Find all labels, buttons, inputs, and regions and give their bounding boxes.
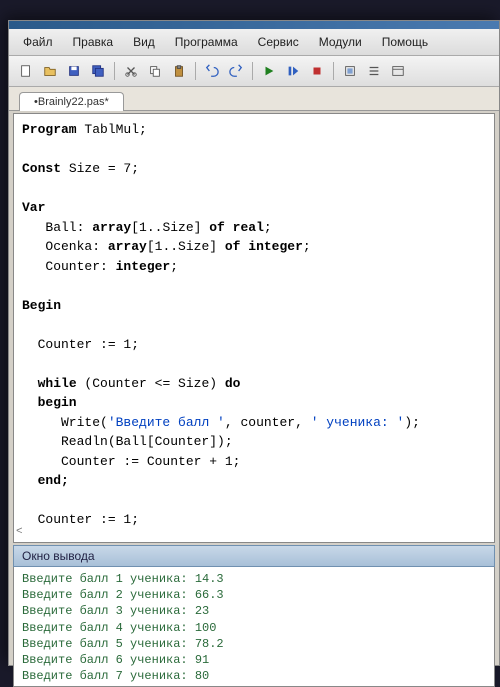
output-line: Введите балл 1 ученика: 14.3 <box>22 572 224 586</box>
menu-file[interactable]: Файл <box>15 33 61 51</box>
copy-icon[interactable] <box>144 60 166 82</box>
code-token: Counter: <box>22 259 116 274</box>
run-icon[interactable] <box>258 60 280 82</box>
code-token: 'Введите балл ' <box>108 415 225 430</box>
list-icon[interactable] <box>363 60 385 82</box>
toolbar-separator <box>195 62 196 80</box>
code-token: Ocenka: <box>22 239 108 254</box>
module-icon[interactable] <box>339 60 361 82</box>
code-token: ' ученика: ' <box>311 415 405 430</box>
paste-icon[interactable] <box>168 60 190 82</box>
code-line: Counter := 1; <box>22 512 139 527</box>
titlebar <box>9 21 499 29</box>
toolbar-separator <box>252 62 253 80</box>
code-token: TablMul; <box>77 122 147 137</box>
code-token: ; <box>264 220 272 235</box>
code-token: array <box>92 220 131 235</box>
code-token: integer <box>116 259 171 274</box>
scroll-left-icon[interactable]: < <box>16 524 23 541</box>
menu-edit[interactable]: Правка <box>65 33 122 51</box>
code-token: of <box>209 220 225 235</box>
code-token: Begin <box>22 298 61 313</box>
output-panel-title: Окно вывода <box>13 545 495 567</box>
menu-help[interactable]: Помощь <box>374 33 436 51</box>
code-editor[interactable]: Program TablMul; Const Size = 7; Var Bal… <box>13 113 495 543</box>
step-icon[interactable] <box>282 60 304 82</box>
code-token: Write( <box>22 415 108 430</box>
code-token: Program <box>22 122 77 137</box>
stop-icon[interactable] <box>306 60 328 82</box>
code-token: while <box>38 376 77 391</box>
menu-service[interactable]: Сервис <box>250 33 307 51</box>
code-line: Readln(Ball[Counter]); <box>22 434 233 449</box>
code-token: ); <box>404 415 420 430</box>
save-all-icon[interactable] <box>87 60 109 82</box>
ide-window: Файл Правка Вид Программа Сервис Модули … <box>8 20 500 666</box>
code-token: do <box>225 376 241 391</box>
output-line: Введите балл 5 ученика: 78.2 <box>22 637 224 651</box>
code-token: ; <box>170 259 178 274</box>
tabbar: •Brainly22.pas* <box>9 87 499 111</box>
save-icon[interactable] <box>63 60 85 82</box>
window-icon[interactable] <box>387 60 409 82</box>
code-token: Size = 7; <box>61 161 139 176</box>
menubar: Файл Правка Вид Программа Сервис Модули … <box>9 29 499 56</box>
undo-icon[interactable] <box>201 60 223 82</box>
redo-icon[interactable] <box>225 60 247 82</box>
code-token: Ball: <box>22 220 92 235</box>
new-file-icon[interactable] <box>15 60 37 82</box>
menu-program[interactable]: Программа <box>167 33 246 51</box>
code-token: real <box>233 220 264 235</box>
code-token <box>22 376 38 391</box>
output-line: Введите балл 7 ученика: 80 <box>22 669 209 683</box>
code-token: , counter, <box>225 415 311 430</box>
code-token: ; <box>303 239 311 254</box>
menu-view[interactable]: Вид <box>125 33 163 51</box>
output-line: Введите балл 3 ученика: 23 <box>22 604 209 618</box>
code-line: Counter := Counter + 1; <box>22 454 240 469</box>
code-token: [1..Size] <box>131 220 209 235</box>
code-token: of <box>225 239 241 254</box>
code-token: integer <box>248 239 303 254</box>
menu-modules[interactable]: Модули <box>311 33 370 51</box>
code-token: end; <box>22 473 69 488</box>
code-token: [1..Size] <box>147 239 225 254</box>
code-token: Const <box>22 161 61 176</box>
toolbar-separator <box>114 62 115 80</box>
tab-file[interactable]: •Brainly22.pas* <box>19 92 124 111</box>
toolbar-separator <box>333 62 334 80</box>
output-panel[interactable]: Введите балл 1 ученика: 14.3 Введите бал… <box>13 567 495 687</box>
cut-icon[interactable] <box>120 60 142 82</box>
code-line: Counter := 1; <box>22 337 139 352</box>
code-token: array <box>108 239 147 254</box>
code-token <box>225 220 233 235</box>
output-line: Введите балл 2 ученика: 66.3 <box>22 588 224 602</box>
toolbar <box>9 56 499 87</box>
code-token: (Counter <= Size) <box>77 376 225 391</box>
output-line: Введите балл 4 ученика: 100 <box>22 621 216 635</box>
open-file-icon[interactable] <box>39 60 61 82</box>
code-token: Var <box>22 200 45 215</box>
code-token: begin <box>22 395 77 410</box>
output-line: Введите балл 6 ученика: 91 <box>22 653 209 667</box>
